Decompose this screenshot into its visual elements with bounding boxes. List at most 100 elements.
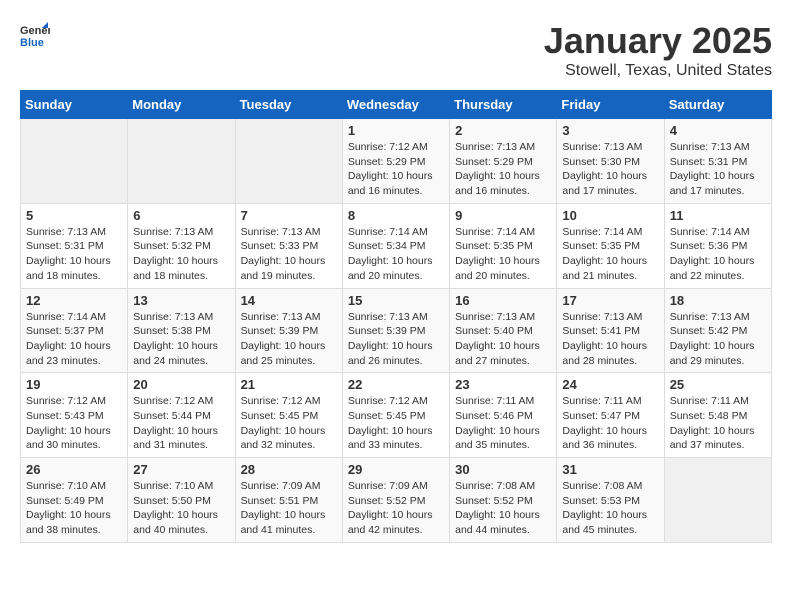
day-info: Sunrise: 7:13 AMSunset: 5:41 PMDaylight:… [562,310,658,369]
day-number: 28 [241,462,337,477]
day-info: Sunrise: 7:12 AMSunset: 5:45 PMDaylight:… [241,394,337,453]
day-info: Sunrise: 7:10 AMSunset: 5:50 PMDaylight:… [133,479,229,538]
day-info: Sunrise: 7:14 AMSunset: 5:36 PMDaylight:… [670,225,766,284]
day-number: 16 [455,293,551,308]
day-info: Sunrise: 7:11 AMSunset: 5:46 PMDaylight:… [455,394,551,453]
calendar-cell: 19 Sunrise: 7:12 AMSunset: 5:43 PMDayligh… [21,373,128,458]
calendar-week-5: 26 Sunrise: 7:10 AMSunset: 5:49 PMDayligh… [21,458,772,543]
day-info: Sunrise: 7:13 AMSunset: 5:31 PMDaylight:… [26,225,122,284]
calendar-cell: 25Sunrise: 7:11 AMSunset: 5:48 PMDayligh… [664,373,771,458]
weekday-header-row: SundayMondayTuesdayWednesdayThursdayFrid… [21,91,772,119]
day-number: 6 [133,208,229,223]
day-number: 31 [562,462,658,477]
day-number: 9 [455,208,551,223]
calendar-cell: 9 Sunrise: 7:14 AMSunset: 5:35 PMDaylight… [450,203,557,288]
day-info: Sunrise: 7:13 AMSunset: 5:31 PMDaylight:… [670,140,766,199]
day-number: 13 [133,293,229,308]
calendar-cell: 13 Sunrise: 7:13 AMSunset: 5:38 PMDayligh… [128,288,235,373]
weekday-header-sunday: Sunday [21,91,128,119]
day-info: Sunrise: 7:14 AMSunset: 5:37 PMDaylight:… [26,310,122,369]
calendar-cell: 18 Sunrise: 7:13 AMSunset: 5:42 PMDayligh… [664,288,771,373]
logo-icon: General Blue [20,20,50,50]
calendar-cell: 4 Sunrise: 7:13 AMSunset: 5:31 PMDaylight… [664,119,771,204]
day-number: 22 [348,377,444,392]
calendar-cell: 5 Sunrise: 7:13 AMSunset: 5:31 PMDaylight… [21,203,128,288]
calendar-title: January 2025 [544,20,772,62]
calendar-cell: 21Sunrise: 7:12 AMSunset: 5:45 PMDayligh… [235,373,342,458]
calendar-cell [128,119,235,204]
day-number: 14 [241,293,337,308]
day-number: 18 [670,293,766,308]
day-number: 12 [26,293,122,308]
day-info: Sunrise: 7:09 AMSunset: 5:52 PMDaylight:… [348,479,444,538]
day-info: Sunrise: 7:14 AMSunset: 5:35 PMDaylight:… [562,225,658,284]
calendar-cell: 26 Sunrise: 7:10 AMSunset: 5:49 PMDayligh… [21,458,128,543]
calendar-cell: 2Sunrise: 7:13 AMSunset: 5:29 PMDaylight… [450,119,557,204]
calendar-cell: 23 Sunrise: 7:11 AMSunset: 5:46 PMDayligh… [450,373,557,458]
calendar-cell: 16 Sunrise: 7:13 AMSunset: 5:40 PMDayligh… [450,288,557,373]
day-number: 11 [670,208,766,223]
day-info: Sunrise: 7:14 AMSunset: 5:35 PMDaylight:… [455,225,551,284]
day-info: Sunrise: 7:13 AMSunset: 5:30 PMDaylight:… [562,140,658,199]
calendar-week-1: 1 Sunrise: 7:12 AMSunset: 5:29 PMDaylight… [21,119,772,204]
day-info: Sunrise: 7:11 AMSunset: 5:47 PMDaylight:… [562,394,658,453]
calendar-cell: 1 Sunrise: 7:12 AMSunset: 5:29 PMDaylight… [342,119,449,204]
day-info: Sunrise: 7:08 AMSunset: 5:52 PMDaylight:… [455,479,551,538]
calendar-cell: 17Sunrise: 7:13 AMSunset: 5:41 PMDayligh… [557,288,664,373]
day-number: 8 [348,208,444,223]
calendar-cell: 8 Sunrise: 7:14 AMSunset: 5:34 PMDaylight… [342,203,449,288]
day-info: Sunrise: 7:13 AMSunset: 5:32 PMDaylight:… [133,225,229,284]
day-info: Sunrise: 7:12 AMSunset: 5:29 PMDaylight:… [348,140,444,199]
day-info: Sunrise: 7:13 AMSunset: 5:42 PMDaylight:… [670,310,766,369]
calendar-week-4: 19 Sunrise: 7:12 AMSunset: 5:43 PMDayligh… [21,373,772,458]
day-number: 26 [26,462,122,477]
calendar-body: 1 Sunrise: 7:12 AMSunset: 5:29 PMDaylight… [21,119,772,543]
day-info: Sunrise: 7:14 AMSunset: 5:34 PMDaylight:… [348,225,444,284]
calendar-cell: 14 Sunrise: 7:13 AMSunset: 5:39 PMDayligh… [235,288,342,373]
day-number: 19 [26,377,122,392]
calendar-header: SundayMondayTuesdayWednesdayThursdayFrid… [21,91,772,119]
day-number: 24 [562,377,658,392]
title-block: January 2025 Stowell, Texas, United Stat… [544,20,772,80]
day-info: Sunrise: 7:12 AMSunset: 5:45 PMDaylight:… [348,394,444,453]
calendar-cell: 7Sunrise: 7:13 AMSunset: 5:33 PMDaylight… [235,203,342,288]
svg-text:Blue: Blue [20,37,44,49]
weekday-header-friday: Friday [557,91,664,119]
day-number: 5 [26,208,122,223]
calendar-cell: 31Sunrise: 7:08 AMSunset: 5:53 PMDayligh… [557,458,664,543]
day-info: Sunrise: 7:12 AMSunset: 5:43 PMDaylight:… [26,394,122,453]
day-number: 10 [562,208,658,223]
calendar-cell [235,119,342,204]
day-number: 30 [455,462,551,477]
day-number: 15 [348,293,444,308]
day-info: Sunrise: 7:13 AMSunset: 5:39 PMDaylight:… [348,310,444,369]
calendar-week-2: 5 Sunrise: 7:13 AMSunset: 5:31 PMDaylight… [21,203,772,288]
calendar-cell: 24 Sunrise: 7:11 AMSunset: 5:47 PMDayligh… [557,373,664,458]
calendar-table: SundayMondayTuesdayWednesdayThursdayFrid… [20,90,772,543]
day-info: Sunrise: 7:13 AMSunset: 5:38 PMDaylight:… [133,310,229,369]
day-number: 7 [241,208,337,223]
day-info: Sunrise: 7:10 AMSunset: 5:49 PMDaylight:… [26,479,122,538]
day-info: Sunrise: 7:11 AMSunset: 5:48 PMDaylight:… [670,394,766,453]
calendar-cell: 28Sunrise: 7:09 AMSunset: 5:51 PMDayligh… [235,458,342,543]
calendar-cell: 27Sunrise: 7:10 AMSunset: 5:50 PMDayligh… [128,458,235,543]
weekday-header-tuesday: Tuesday [235,91,342,119]
calendar-week-3: 12 Sunrise: 7:14 AMSunset: 5:37 PMDayligh… [21,288,772,373]
calendar-cell [21,119,128,204]
calendar-cell: 29 Sunrise: 7:09 AMSunset: 5:52 PMDayligh… [342,458,449,543]
day-info: Sunrise: 7:13 AMSunset: 5:39 PMDaylight:… [241,310,337,369]
day-number: 23 [455,377,551,392]
day-number: 29 [348,462,444,477]
day-number: 3 [562,123,658,138]
day-number: 4 [670,123,766,138]
calendar-cell: 20Sunrise: 7:12 AMSunset: 5:44 PMDayligh… [128,373,235,458]
page-header: General Blue January 2025 Stowell, Texas… [20,20,772,80]
weekday-header-saturday: Saturday [664,91,771,119]
calendar-cell: 10 Sunrise: 7:14 AMSunset: 5:35 PMDayligh… [557,203,664,288]
day-number: 1 [348,123,444,138]
calendar-cell: 11 Sunrise: 7:14 AMSunset: 5:36 PMDayligh… [664,203,771,288]
logo: General Blue [20,20,54,50]
day-info: Sunrise: 7:13 AMSunset: 5:40 PMDaylight:… [455,310,551,369]
calendar-cell: 12 Sunrise: 7:14 AMSunset: 5:37 PMDayligh… [21,288,128,373]
calendar-cell: 3 Sunrise: 7:13 AMSunset: 5:30 PMDaylight… [557,119,664,204]
